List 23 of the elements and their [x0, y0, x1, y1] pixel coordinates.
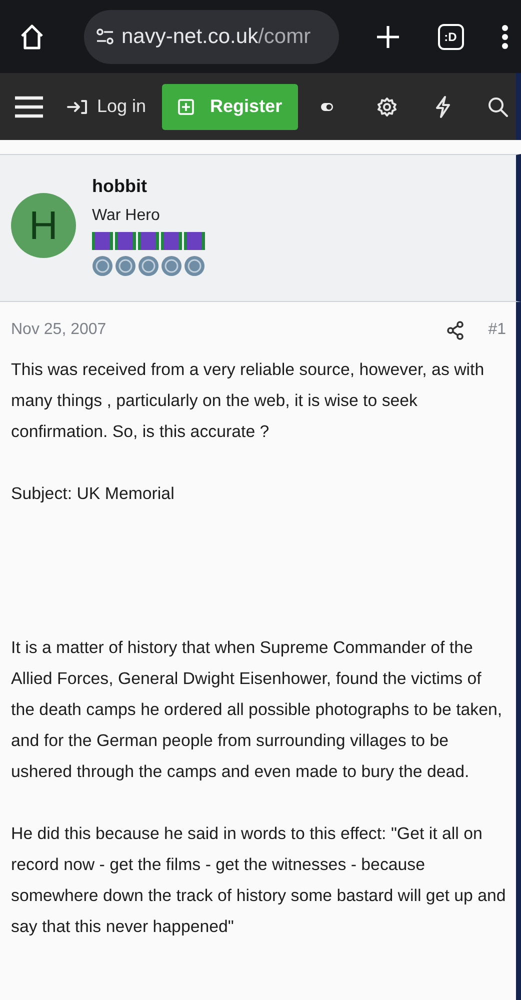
url-text: navy-net.co.uk/comr: [122, 24, 311, 50]
new-tab-icon[interactable]: [376, 24, 400, 48]
post-paragraph: Subject: UK Memorial: [11, 483, 176, 505]
address-bar[interactable]: navy-net.co.uk/comr: [84, 10, 338, 64]
post-paragraph: This was received from a very reliable source, however, as with many things , particularly on the web, it is wise to seek confirmation. So, is this accurate ?: [11, 359, 486, 443]
share-icon[interactable]: [447, 320, 464, 340]
menu-icon[interactable]: [15, 96, 43, 118]
plus-square-icon: [178, 98, 194, 114]
post-paragraph: He did this because he said in words to this effect: "Get it all on record now - get the films - get the witnesses - because somewhere down the track of history some bastard will get up and say that this never happened": [11, 823, 506, 938]
site-settings-icon[interactable]: [96, 28, 114, 46]
post-paragraph: It is a matter of history that when Supreme Commander of the Allied Forces, General Dwight Eisenhower, found the victims of the death camps he ordered all possible photographs to be taken, and for the German people from surrounding villages to be ushered through the camps and even made to bury the dead.: [11, 637, 504, 783]
settings-icon[interactable]: [377, 96, 398, 116]
login-link[interactable]: Log in: [67, 93, 146, 120]
search-icon[interactable]: [488, 96, 508, 116]
tab-switcher-button[interactable]: :D: [438, 24, 464, 50]
post-number[interactable]: #1: [488, 318, 506, 342]
avatar[interactable]: H: [11, 193, 76, 258]
user-title: War Hero: [92, 206, 161, 226]
username[interactable]: hobbit: [92, 173, 206, 200]
menu-icon[interactable]: [501, 24, 509, 50]
post-date[interactable]: Nov 25, 2007: [11, 318, 448, 342]
login-icon: [67, 98, 89, 114]
lightning-icon[interactable]: [434, 96, 451, 118]
